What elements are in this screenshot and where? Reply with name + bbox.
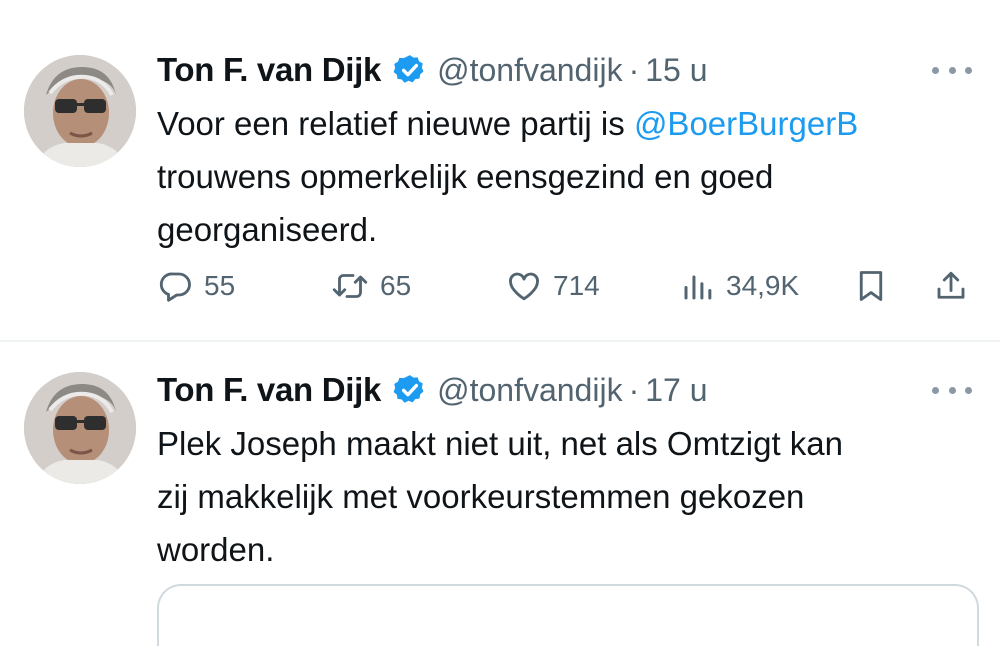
views-button[interactable]: 34,9K [680, 258, 799, 314]
action-bar: 55 65 714 34,9K [0, 258, 1000, 314]
avatar-photo [24, 55, 136, 167]
tweet-header: Ton F. van Dijk @tonfvandijk · 17 u [157, 368, 708, 412]
reply-icon [159, 272, 191, 302]
tweet-text-line: georganiseerd. [157, 211, 378, 248]
mention-link[interactable]: @BoerBurgerB [634, 105, 858, 142]
share-icon [937, 271, 965, 299]
tweet-text-line: Plek Joseph maakt niet uit, net als Omtz… [157, 425, 843, 462]
author-handle[interactable]: @tonfvandijk [437, 52, 622, 89]
tweet-header: Ton F. van Dijk @tonfvandijk · 15 u [157, 48, 708, 92]
retweet-count: 65 [380, 270, 412, 301]
retweet-button[interactable]: 65 [330, 258, 411, 314]
author-name[interactable]: Ton F. van Dijk [157, 51, 381, 89]
tweet-text: Plek Joseph maakt niet uit, net als Omtz… [157, 417, 977, 576]
like-button[interactable]: 714 [505, 258, 600, 314]
tweet-text-line: Voor een relatief nieuwe partij is [157, 105, 634, 142]
tweet[interactable]: Ton F. van Dijk @tonfvandijk · 17 u Plek… [0, 340, 1000, 646]
tweet[interactable]: Ton F. van Dijk @tonfvandijk · 15 u Voor… [0, 0, 1000, 340]
bookmark-icon [859, 271, 883, 301]
tweet-text-line: worden. [157, 531, 275, 568]
quoted-tweet-card[interactable] [157, 584, 979, 646]
like-count: 714 [553, 270, 600, 301]
more-horizontal-icon[interactable] [932, 60, 972, 80]
reply-button[interactable]: 55 [158, 258, 235, 314]
heart-icon [509, 272, 539, 301]
verified-badge-icon [393, 375, 424, 403]
author-handle[interactable]: @tonfvandijk [437, 372, 622, 409]
tweet-text-line: trouwens opmerkelijk eensgezind en goed [157, 158, 774, 195]
avatar[interactable] [24, 55, 136, 167]
separator: · [628, 51, 640, 88]
more-horizontal-icon[interactable] [932, 380, 972, 400]
verified-badge-icon [393, 55, 424, 83]
tweet-text: Voor een relatief nieuwe partij is @Boer… [157, 97, 977, 256]
views-icon [684, 275, 712, 300]
timestamp[interactable]: 17 u [645, 372, 707, 409]
share-button[interactable] [932, 258, 970, 314]
avatar[interactable] [24, 372, 136, 484]
views-count: 34,9K [726, 270, 800, 301]
reply-count: 55 [204, 270, 236, 301]
author-name[interactable]: Ton F. van Dijk [157, 371, 381, 409]
timestamp[interactable]: 15 u [645, 52, 707, 89]
bookmark-button[interactable] [853, 258, 889, 314]
separator: · [628, 371, 640, 408]
tweet-text-line: zij makkelijk met voorkeurstemmen gekoze… [157, 478, 805, 515]
retweet-icon [332, 274, 368, 298]
avatar-photo [24, 372, 136, 484]
